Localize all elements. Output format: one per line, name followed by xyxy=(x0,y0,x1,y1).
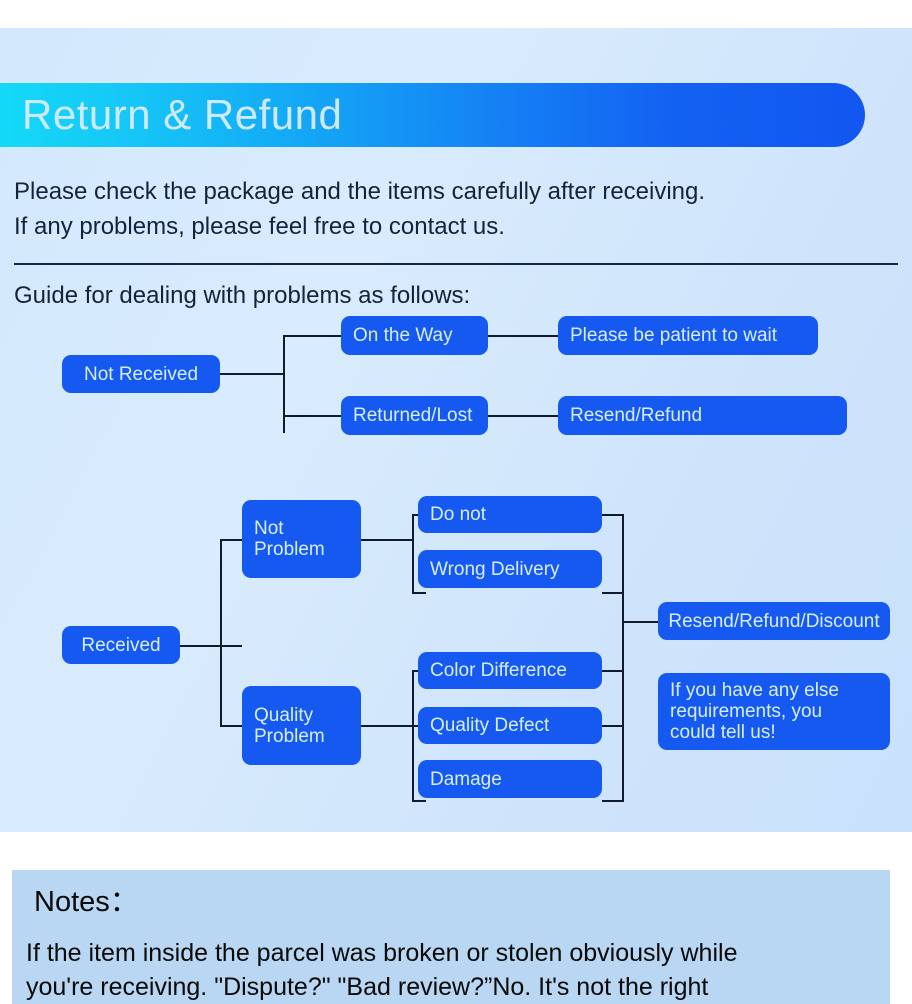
node-damage-label: Damage xyxy=(430,768,502,790)
node-not-received[interactable]: Not Received xyxy=(62,355,220,393)
wire-collector-vertical xyxy=(622,514,624,802)
intro-line-2: If any problems, please feel free to con… xyxy=(14,213,505,240)
node-not-received-label: Not Received xyxy=(83,363,199,385)
node-on-the-way-label: On the Way xyxy=(353,325,453,346)
node-on-the-way[interactable]: On the Way xyxy=(341,316,488,355)
wire-ontheway-to-wait xyxy=(488,335,559,337)
node-color-difference-label: Color Difference xyxy=(430,660,567,681)
node-not-problem[interactable]: Not Problem xyxy=(242,500,361,578)
node-quality-defect-label: Quality Defect xyxy=(430,715,550,736)
wire-quality-defect-to-collector xyxy=(602,725,624,727)
notes-panel: Notes： If the item inside the parcel was… xyxy=(12,870,890,1004)
wire-split-to-ontheway xyxy=(283,335,341,337)
intro-line-1: Please check the package and the items c… xyxy=(14,178,706,205)
node-resend-refund-label: Resend/Refund xyxy=(570,405,703,426)
node-color-difference[interactable]: Color Difference xyxy=(418,652,602,689)
wire-split-to-returned xyxy=(283,415,341,417)
node-quality-defect[interactable]: Quality Defect xyxy=(418,707,602,744)
guide-heading: Guide for dealing with problems as follo… xyxy=(14,282,471,309)
node-returned-lost-label: Returned/Lost xyxy=(353,405,473,426)
node-do-not[interactable]: Do not xyxy=(418,496,602,533)
wire-returned-to-resend xyxy=(488,415,559,417)
wire-color-difference-to-collector xyxy=(602,670,624,672)
section-divider xyxy=(14,263,898,265)
notes-line-2: you're receiving. "Dispute?" "Bad review… xyxy=(26,973,709,1001)
node-quality-problem-label: Quality Problem xyxy=(254,704,325,747)
wire-quality-problem-vertical xyxy=(412,670,414,802)
notes-title: Notes： xyxy=(34,886,139,918)
wire-wrong-delivery-to-collector xyxy=(602,592,624,594)
wire-not-problem-out xyxy=(361,539,413,541)
main-content-panel: Return & Refund Please check the package… xyxy=(0,28,912,832)
wire-do-not-to-collector xyxy=(602,514,624,516)
wire-split-to-quality-problem xyxy=(220,725,243,727)
node-any-else-requirements-label: If you have any else requirements, you c… xyxy=(670,680,839,743)
wire-damage-to-collector xyxy=(602,800,624,802)
page-header-banner: Return & Refund xyxy=(0,83,865,147)
intro-paragraph: Please check the package and the items c… xyxy=(14,174,894,244)
node-resend-refund[interactable]: Resend/Refund xyxy=(558,396,847,435)
wire-quality-problem-out xyxy=(361,725,413,727)
node-any-else-requirements[interactable]: If you have any else requirements, you c… xyxy=(658,673,890,750)
page-title: Return & Refund xyxy=(22,91,343,138)
notes-body: If the item inside the parcel was broken… xyxy=(26,936,876,1004)
node-wrong-delivery[interactable]: Wrong Delivery xyxy=(418,550,602,588)
node-returned-lost[interactable]: Returned/Lost xyxy=(341,396,488,435)
node-resend-refund-discount[interactable]: Resend/Refund/Discount xyxy=(658,602,890,640)
wire-not-problem-vertical xyxy=(412,514,414,594)
node-received[interactable]: Received xyxy=(62,626,180,664)
wire-split-vertical xyxy=(283,335,285,433)
node-resend-refund-discount-label: Resend/Refund/Discount xyxy=(668,610,880,632)
node-damage[interactable]: Damage xyxy=(418,760,602,798)
wire-to-wrong-delivery xyxy=(412,592,426,594)
wire-received-to-split xyxy=(180,645,242,647)
node-please-be-patient[interactable]: Please be patient to wait xyxy=(558,316,818,355)
node-received-label: Received xyxy=(81,634,161,656)
wire-to-damage xyxy=(412,800,426,802)
wire-root-to-split xyxy=(220,373,284,375)
wire-split-to-not-problem xyxy=(220,539,243,541)
node-quality-problem[interactable]: Quality Problem xyxy=(242,686,361,765)
node-do-not-label: Do not xyxy=(430,504,486,525)
node-not-problem-label: Not Problem xyxy=(254,518,325,560)
wire-received-split-vertical xyxy=(220,539,222,726)
node-please-be-patient-label: Please be patient to wait xyxy=(570,325,778,346)
wire-collector-to-outcome xyxy=(622,621,660,623)
notes-line-1: If the item inside the parcel was broken… xyxy=(26,939,738,967)
node-wrong-delivery-label: Wrong Delivery xyxy=(430,558,560,580)
